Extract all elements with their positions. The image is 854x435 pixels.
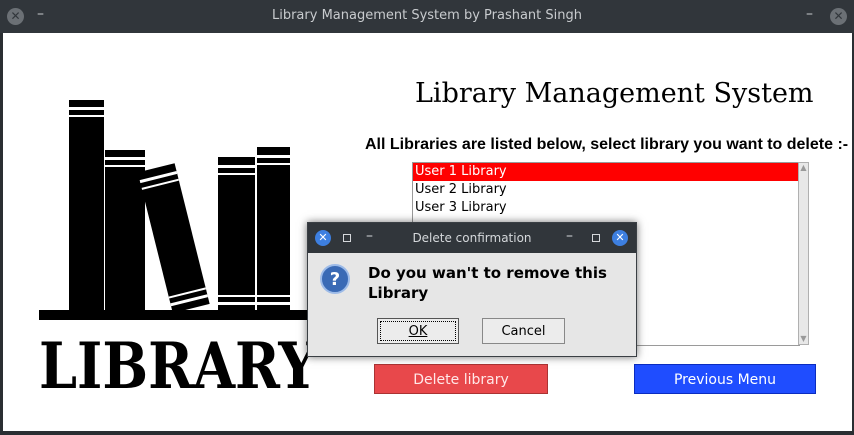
app-title: Library Management System — [415, 78, 814, 109]
logo-text: LIBRARY — [39, 329, 318, 395]
dialog-titlebar: ✕ – Delete confirmation – ✕ — [308, 223, 636, 253]
books-icon — [39, 100, 319, 320]
window-titlebar: ✕ – Library Management System by Prashan… — [0, 0, 854, 33]
minimize-icon[interactable]: – — [806, 6, 813, 22]
question-icon: ? — [320, 264, 350, 294]
delete-confirmation-dialog: ✕ – Delete confirmation – ✕ ? Do you wan… — [307, 222, 637, 357]
dialog-title: Delete confirmation — [412, 231, 532, 245]
listbox-scrollbar[interactable]: ▲ ▼ — [798, 162, 809, 345]
window-title: Library Management System by Prashant Si… — [271, 8, 582, 23]
scroll-down-icon[interactable]: ▼ — [799, 334, 808, 344]
list-item[interactable]: User 3 Library — [413, 199, 799, 217]
cancel-label: Cancel — [501, 324, 546, 339]
ok-button[interactable]: OK — [377, 318, 459, 344]
delete-library-button[interactable]: Delete library — [374, 364, 548, 394]
delete-prompt: All Libraries are listed below, select l… — [365, 136, 849, 153]
close-icon[interactable]: ✕ — [830, 8, 847, 25]
library-logo: LIBRARY — [39, 100, 319, 395]
close-icon[interactable]: ✕ — [612, 230, 628, 246]
scroll-up-icon[interactable]: ▲ — [799, 163, 808, 173]
list-item[interactable]: User 2 Library — [413, 181, 799, 199]
dialog-message: Do you wan't to remove this Library — [368, 264, 607, 302]
list-item[interactable]: User 1 Library — [413, 163, 799, 181]
minimize-icon[interactable]: – — [566, 228, 573, 244]
maximize-icon[interactable] — [592, 234, 600, 242]
previous-menu-button[interactable]: Previous Menu — [634, 364, 816, 394]
ok-label: OK — [408, 324, 428, 339]
cancel-button[interactable]: Cancel — [482, 318, 565, 344]
